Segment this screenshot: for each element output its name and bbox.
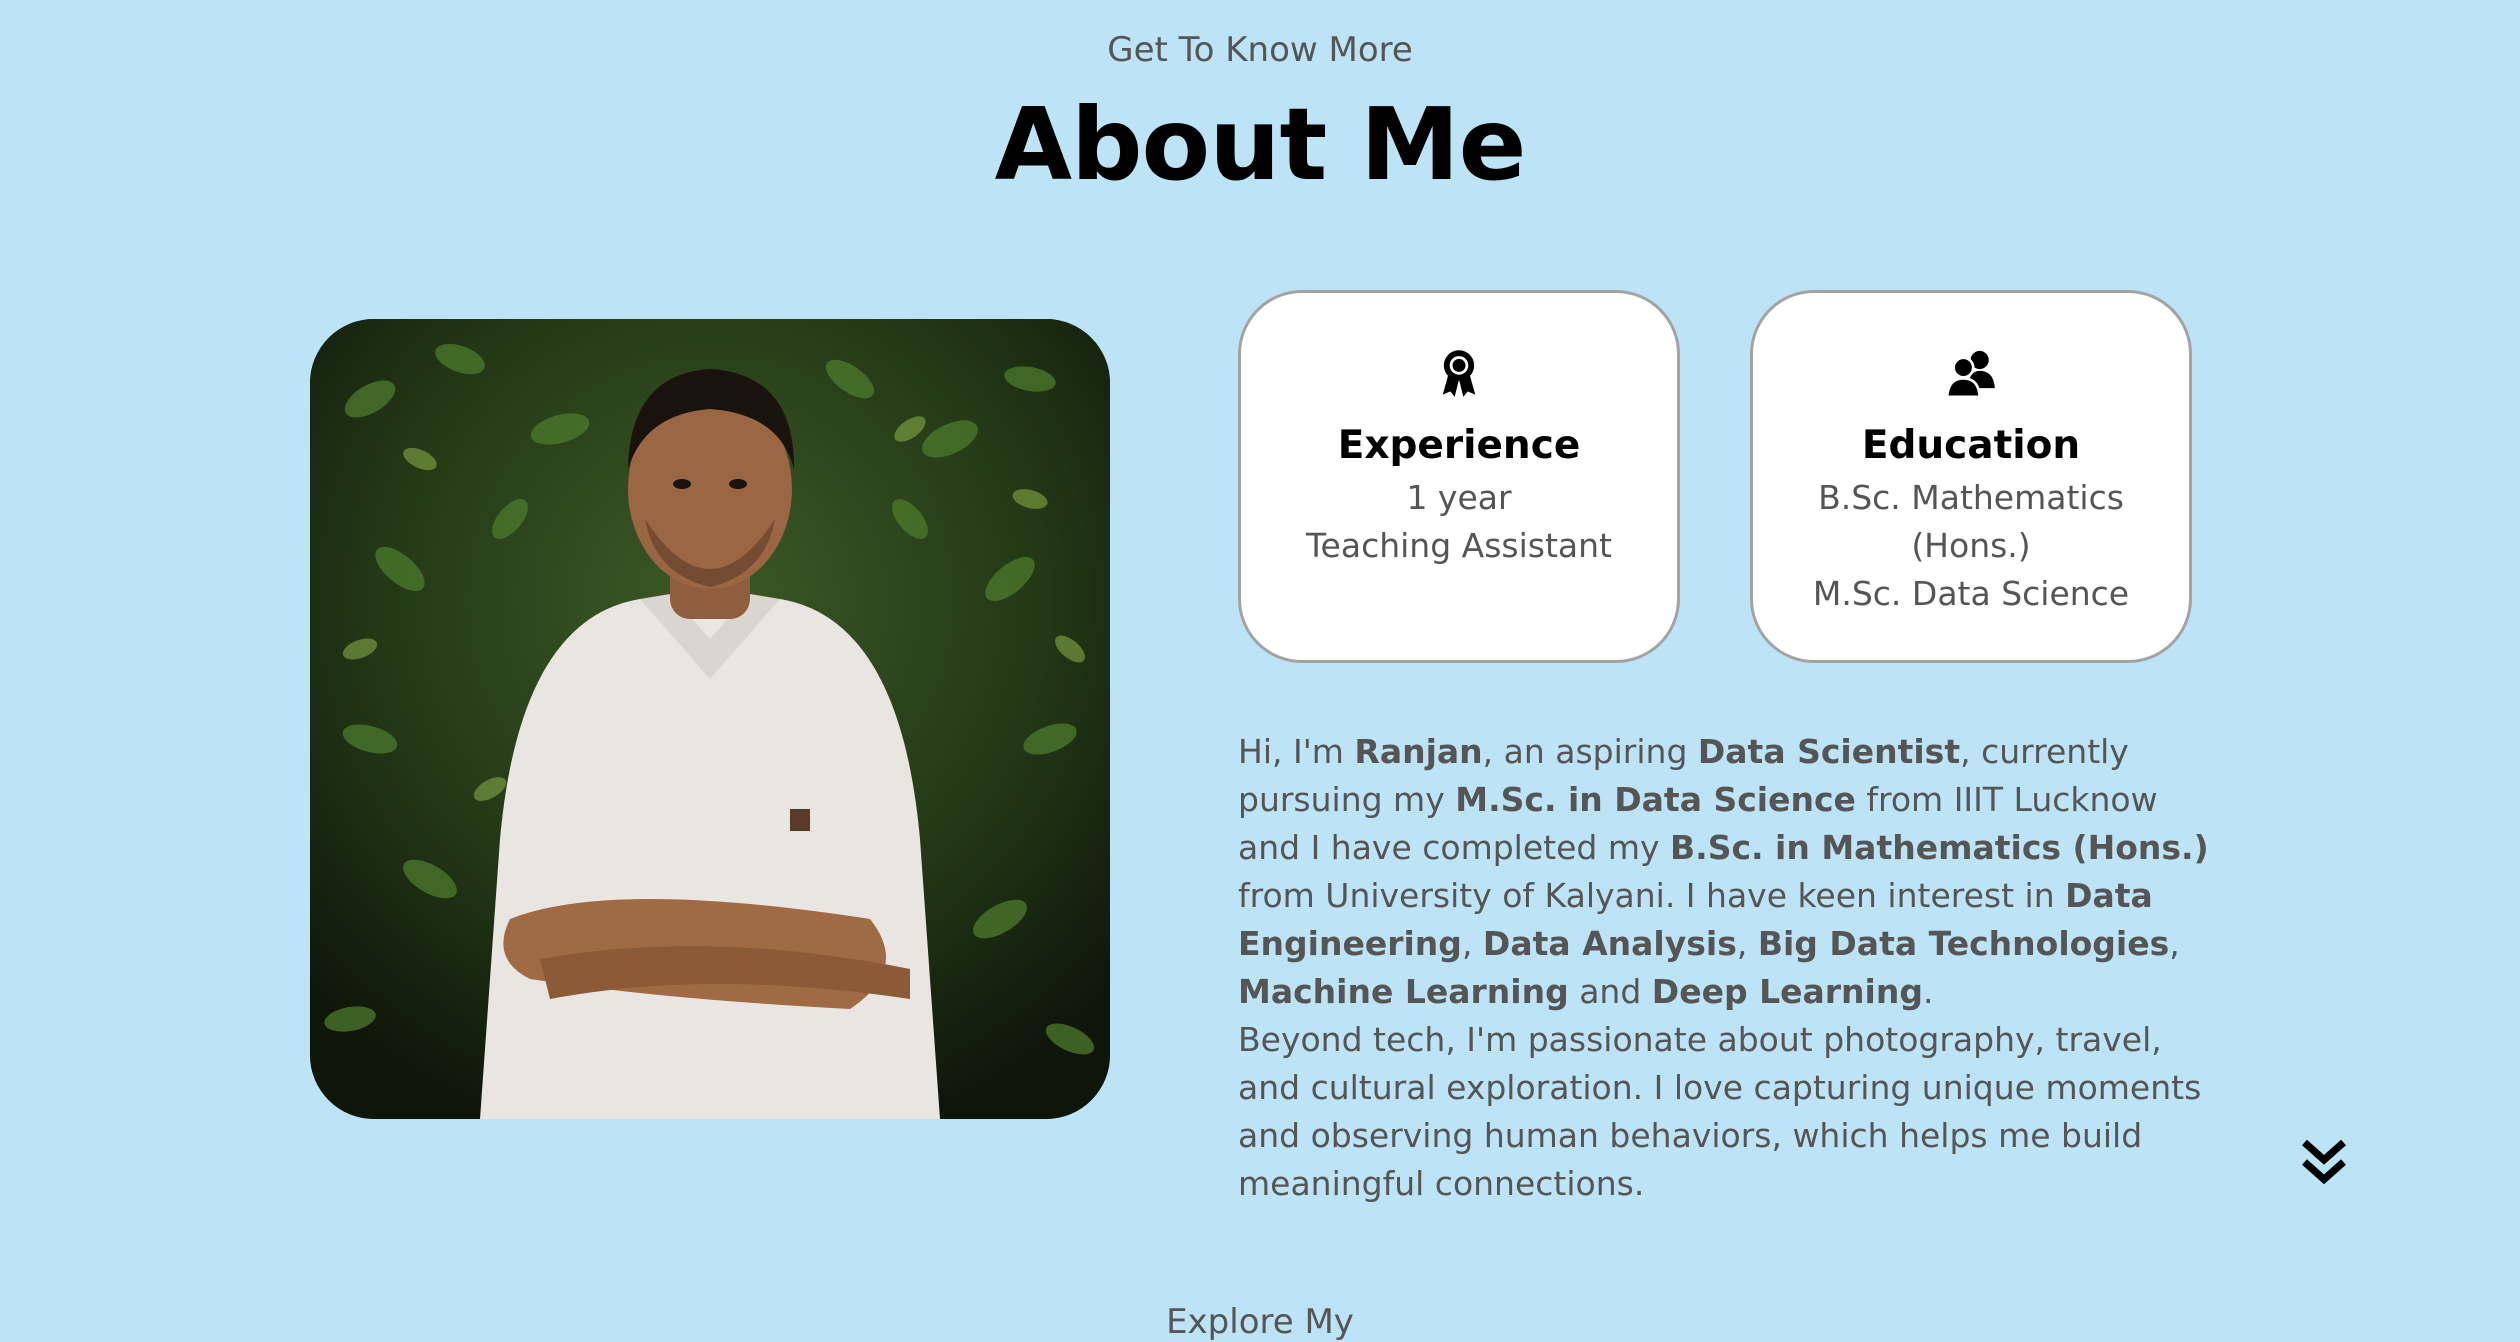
bio-highlight: B.Sc. in Mathematics (Hons.): [1670, 828, 2209, 867]
profile-picture: [310, 319, 1110, 1119]
bio-highlight: M.Sc. in Data Science: [1455, 780, 1856, 819]
education-degree-line2: (Hons.): [1911, 526, 2031, 565]
experience-duration: 1 year: [1406, 478, 1512, 517]
about-paragraph-1: Hi, I'm Ranjan, an aspiring Data Scienti…: [1238, 728, 2220, 1016]
bio-highlight: Big Data Technologies: [1757, 924, 2170, 963]
bio-text: .: [1922, 972, 1934, 1011]
bio-text: ,: [2169, 924, 2180, 963]
education-degree-line3: M.Sc. Data Science: [1812, 574, 2130, 613]
double-chevron-down-icon[interactable]: [2298, 1136, 2350, 1188]
bio-text: and: [1568, 972, 1652, 1011]
portrait-photo: [310, 319, 1110, 1119]
users-icon: [1945, 350, 1995, 399]
experience-role: Teaching Assistant: [1306, 526, 1612, 565]
award-ribbon-icon: [1442, 350, 1476, 397]
bio-text: Hi, I'm: [1238, 732, 1355, 771]
bio-text: ,: [1461, 924, 1483, 963]
education-card: Education B.Sc. Mathematics (Hons.) M.Sc…: [1750, 290, 2192, 663]
experience-card: Experience 1 year Teaching Assistant: [1238, 290, 1680, 663]
bio-text: ,: [1736, 924, 1758, 963]
bio-highlight: Deep Learning: [1651, 972, 1923, 1011]
bio-highlight: Data Scientist: [1697, 732, 1961, 771]
education-degree-line1: B.Sc. Mathematics: [1818, 478, 2124, 517]
about-description: Hi, I'm Ranjan, an aspiring Data Scienti…: [1238, 728, 2220, 1208]
section-subtitle: Get To Know More: [1107, 30, 1413, 70]
experience-title: Experience: [1337, 423, 1581, 468]
bio-highlight: Machine Learning: [1238, 972, 1569, 1011]
education-title: Education: [1861, 423, 2081, 468]
bio-highlight: Data Analysis: [1482, 924, 1737, 963]
next-section-subtitle: Explore My: [1166, 1302, 1354, 1342]
bio-highlight: Ranjan: [1354, 732, 1483, 771]
bio-text: from University of Kalyani. I have keen …: [1238, 876, 2066, 915]
bio-text: , an aspiring: [1482, 732, 1698, 771]
about-paragraph-2: Beyond tech, I'm passionate about photog…: [1238, 1020, 2202, 1203]
section-title: About Me: [994, 86, 1527, 203]
